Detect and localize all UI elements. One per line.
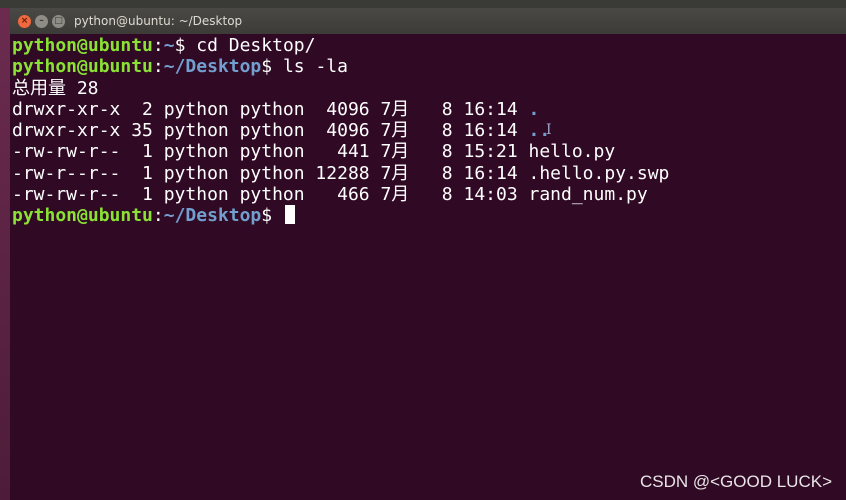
file-name: rand_num.py xyxy=(528,184,648,206)
command-text: $ xyxy=(261,205,283,227)
command-text: $ cd Desktop/ xyxy=(174,35,316,56)
listing-row: -rw-rw-r-- 1 python python 466 7月 8 14:0… xyxy=(12,184,846,205)
terminal-output[interactable]: python@ubuntu:~$ cd Desktop/ python@ubun… xyxy=(10,34,846,500)
file-meta: drwxr-xr-x 35 python python 4096 7月 8 16… xyxy=(12,120,529,142)
listing-row: drwxr-xr-x 35 python python 4096 7月 8 16… xyxy=(12,120,846,141)
terminal-window: × – □ python@ubuntu: ~/Desktop python@ub… xyxy=(10,8,846,500)
top-panel xyxy=(0,0,846,8)
file-name: hello.py xyxy=(528,141,616,163)
file-meta: -rw-r--r-- 1 python python 12288 7月 8 16… xyxy=(12,162,529,184)
prompt-separator: : xyxy=(152,205,164,227)
desktop-background xyxy=(0,8,10,500)
file-name: . xyxy=(528,98,540,120)
prompt-user: python@ubuntu xyxy=(12,56,153,78)
ibeam-cursor-icon: I xyxy=(546,122,552,138)
prompt-user: python@ubuntu xyxy=(12,35,153,56)
title-bar[interactable]: × – □ python@ubuntu: ~/Desktop xyxy=(10,8,846,34)
command-line: python@ubuntu:~/Desktop$ ls -la xyxy=(12,56,846,77)
file-meta: drwxr-xr-x 2 python python 4096 7月 8 16:… xyxy=(12,98,529,120)
command-line: python@ubuntu:~$ cd Desktop/ xyxy=(12,35,846,56)
listing-row: -rw-rw-r-- 1 python python 441 7月 8 15:2… xyxy=(12,141,846,162)
prompt-user: python@ubuntu xyxy=(12,205,153,227)
listing-row: drwxr-xr-x 2 python python 4096 7月 8 16:… xyxy=(12,99,846,120)
total-line: 总用量 28 xyxy=(12,77,99,99)
prompt-path: ~ xyxy=(163,35,175,56)
text-cursor xyxy=(284,205,295,225)
command-text: $ ls -la xyxy=(261,56,348,78)
prompt-line[interactable]: python@ubuntu:~/Desktop$ xyxy=(12,205,846,226)
maximize-icon[interactable]: □ xyxy=(52,15,65,28)
prompt-separator: : xyxy=(152,35,164,56)
window-title: python@ubuntu: ~/Desktop xyxy=(74,14,243,28)
prompt-path: ~/Desktop xyxy=(163,205,262,227)
listing-row: -rw-r--r-- 1 python python 12288 7月 8 16… xyxy=(12,163,846,184)
prompt-path: ~/Desktop xyxy=(163,56,262,78)
watermark: CSDN @<GOOD LUCK> xyxy=(639,472,832,491)
minimize-icon[interactable]: – xyxy=(35,15,48,28)
file-name: .hello.py.swp xyxy=(528,162,670,184)
prompt-separator: : xyxy=(152,56,164,78)
file-meta: -rw-rw-r-- 1 python python 441 7月 8 15:2… xyxy=(12,141,529,163)
file-meta: -rw-rw-r-- 1 python python 466 7月 8 14:0… xyxy=(12,184,529,206)
close-icon[interactable]: × xyxy=(18,15,31,28)
